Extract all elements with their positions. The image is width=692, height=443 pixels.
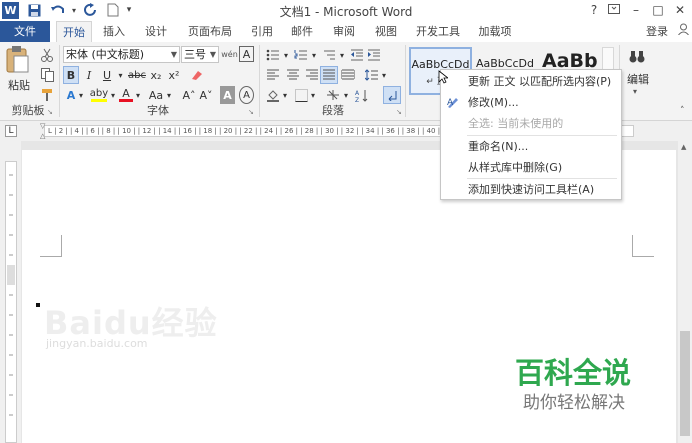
crop-mark-top-left — [40, 235, 62, 257]
highlight-label: aby — [89, 87, 109, 99]
mouse-cursor-icon — [438, 70, 450, 87]
vertical-scrollbar[interactable]: ▲ — [678, 141, 692, 443]
align-right-icon[interactable] — [303, 66, 321, 84]
tab-insert[interactable]: 插入 — [96, 21, 132, 42]
italic-button[interactable]: I — [81, 66, 97, 84]
bold-button[interactable]: B — [63, 66, 79, 84]
close-button[interactable]: ✕ — [670, 2, 690, 18]
title-bar: W ▾ ▾ 文档1 - Microsoft Word ? – □ ✕ — [0, 0, 692, 21]
ribbon-tabs: 文件 开始 插入 设计 页面布局 引用 邮件 审阅 视图 开发工具 加载项 登录 — [0, 21, 692, 43]
user-icon[interactable] — [676, 21, 690, 42]
distributed-icon[interactable] — [339, 66, 357, 84]
align-center-icon[interactable] — [284, 66, 302, 84]
menu-item-remove-from-gallery[interactable]: 从样式库中删除(G) — [441, 158, 621, 177]
login-link[interactable]: 登录 — [640, 21, 674, 42]
menu-item-rename[interactable]: 重命名(N)... — [441, 137, 621, 156]
menu-item-add-to-qat[interactable]: 添加到快速访问工具栏(A) — [441, 180, 621, 199]
ribbon-display-icon[interactable] — [604, 2, 624, 18]
vertical-ruler-ticks — [7, 174, 15, 416]
menu-item-select-all: 全选: 当前未使用的 — [468, 117, 564, 130]
style-context-menu: 更新 正文 以匹配所选内容(P) A 修改(M)... 全选: 当前未使用的 重… — [440, 69, 622, 200]
minimize-button[interactable]: – — [626, 2, 646, 18]
watermark-subtitle: 助你轻松解决 — [523, 393, 625, 413]
chevron-down-icon[interactable]: ▾ — [633, 87, 637, 96]
paragraph-mark — [36, 303, 40, 307]
tab-file[interactable]: 文件 — [0, 21, 50, 42]
line-spacing-icon[interactable] — [364, 66, 380, 84]
chevron-down-icon: ▼ — [209, 50, 216, 59]
font-name-value: 宋体 (中文标题) — [66, 48, 145, 61]
binoculars-icon[interactable] — [624, 47, 650, 67]
increase-indent-icon[interactable] — [366, 46, 382, 64]
paragraph-group-label: 段落 — [322, 104, 344, 117]
group-separator — [405, 45, 406, 117]
tab-home[interactable]: 开始 — [56, 21, 92, 43]
chevron-down-icon: ▼ — [170, 50, 177, 59]
tab-references[interactable]: 引用 — [244, 21, 280, 42]
svg-text:Z: Z — [355, 97, 359, 102]
menu-item-modify[interactable]: 修改(M)... — [441, 93, 621, 112]
crop-mark-top-right — [632, 235, 654, 257]
baidu-watermark-url: jingyan.baidu.com — [46, 337, 148, 350]
scroll-thumb[interactable] — [680, 331, 690, 436]
copy-icon[interactable] — [38, 66, 56, 84]
subscript-button[interactable]: x₂ — [148, 66, 164, 84]
menu-separator — [467, 135, 617, 136]
chevron-down-icon[interactable]: ▾ — [338, 46, 346, 64]
decrease-indent-icon[interactable] — [349, 46, 365, 64]
superscript-button[interactable]: x² — [166, 66, 182, 84]
underline-button[interactable]: U — [99, 66, 115, 84]
vertical-ruler — [0, 141, 21, 443]
align-left-icon[interactable] — [264, 66, 282, 84]
font-group-label: 字体 — [147, 104, 169, 117]
numbering-icon[interactable] — [292, 46, 310, 64]
editing-button[interactable]: 编辑 — [622, 71, 654, 87]
wen-icon[interactable]: wén — [221, 45, 238, 63]
chevron-down-icon[interactable]: ▾ — [310, 46, 318, 64]
tab-page-layout[interactable]: 页面布局 — [182, 21, 238, 42]
chevron-down-icon[interactable]: ▾ — [282, 46, 290, 64]
paste-label: 粘贴 — [8, 79, 30, 92]
tab-mailings[interactable]: 邮件 — [284, 21, 320, 42]
menu-separator — [467, 178, 617, 179]
strikethrough-button[interactable]: abc — [127, 66, 147, 84]
chevron-down-icon[interactable]: ▾ — [116, 66, 125, 84]
paste-button[interactable]: 粘贴 — [4, 46, 34, 92]
tab-developer[interactable]: 开发工具 — [410, 21, 466, 42]
tab-addins[interactable]: 加载项 — [472, 21, 518, 42]
scroll-up-icon[interactable]: ▲ — [681, 143, 686, 151]
collapse-ribbon-icon[interactable]: ˄ — [680, 106, 685, 116]
font-name-combo[interactable]: 宋体 (中文标题) ▼ — [63, 46, 180, 63]
clear-formatting-icon[interactable] — [188, 66, 206, 84]
paragraph-launcher-icon[interactable]: ↘ — [396, 108, 402, 116]
justify-icon[interactable] — [320, 66, 338, 84]
chevron-down-icon[interactable]: ▾ — [380, 66, 388, 84]
char-border-icon[interactable]: A — [239, 46, 254, 62]
font-size-combo[interactable]: 三号 ▼ — [181, 46, 219, 63]
cut-icon[interactable] — [38, 46, 56, 64]
left-indent-marker[interactable]: △ — [40, 132, 45, 140]
first-line-indent-marker[interactable]: ▽ — [40, 122, 45, 130]
tab-selector[interactable]: L — [5, 125, 17, 137]
menu-item-update-style[interactable]: 更新 正文 以匹配所选内容(P) — [441, 72, 621, 91]
tab-review[interactable]: 审阅 — [326, 21, 362, 42]
maximize-button[interactable]: □ — [648, 2, 668, 18]
clipboard-launcher-icon[interactable]: ↘ — [47, 108, 53, 116]
svg-text:A: A — [355, 90, 360, 97]
multilevel-list-icon[interactable] — [320, 46, 338, 64]
font-size-value: 三号 — [184, 48, 206, 61]
font-color-label: A — [122, 87, 130, 100]
tab-view[interactable]: 视图 — [368, 21, 404, 42]
tab-design[interactable]: 设计 — [138, 21, 174, 42]
watermark-title: 百科全说 — [515, 356, 632, 390]
font-launcher-icon[interactable]: ↘ — [248, 108, 254, 116]
help-button[interactable]: ? — [584, 2, 604, 18]
bullets-icon[interactable] — [264, 46, 282, 64]
